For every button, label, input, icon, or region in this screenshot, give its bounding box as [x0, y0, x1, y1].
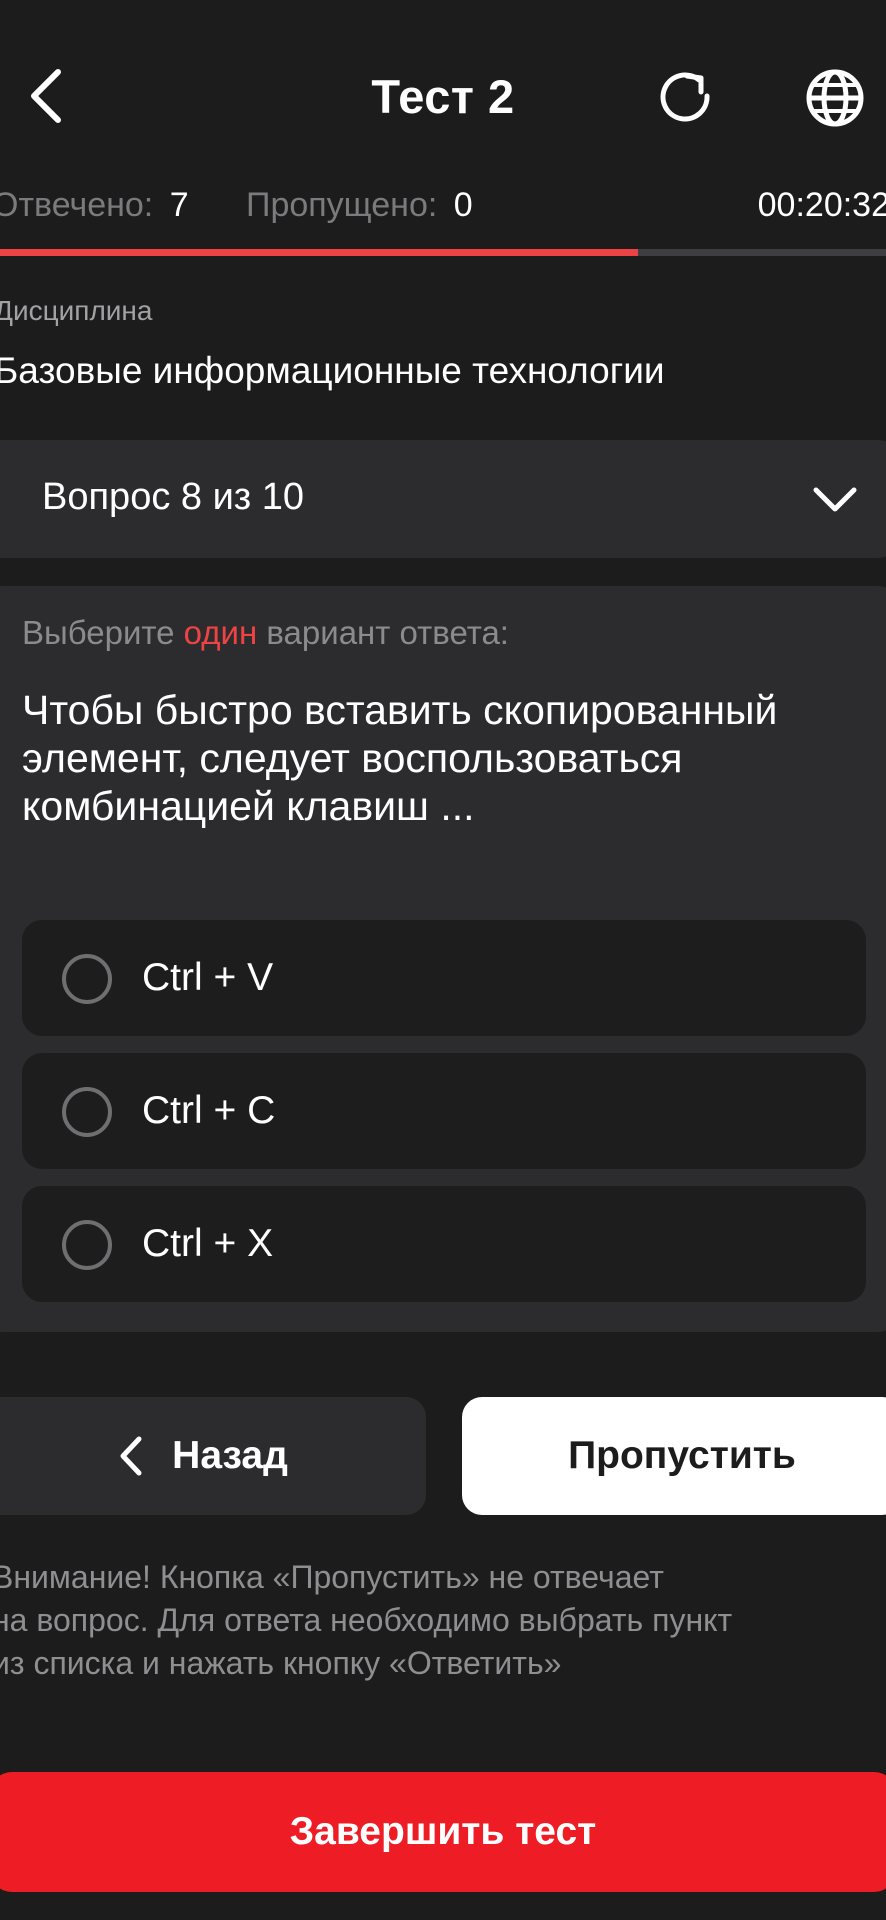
answered-value: 7	[169, 186, 189, 224]
answer-option[interactable]: Ctrl + C	[22, 1053, 866, 1169]
finish-test-button[interactable]: Завершить тест	[0, 1772, 886, 1892]
answer-option[interactable]: Ctrl + X	[22, 1186, 866, 1302]
progress-fill	[0, 249, 638, 256]
answer-hint: Выберите один вариант ответа:	[22, 614, 509, 652]
chevron-left-icon	[120, 1436, 142, 1476]
discipline-label: Дисциплина	[0, 295, 153, 326]
previous-button-label: Назад	[172, 1434, 288, 1477]
progress-bar	[0, 249, 886, 256]
question-selector-label: Вопрос 8 из 10	[42, 476, 305, 518]
timer: 00:20:32	[757, 186, 886, 224]
skip-button[interactable]: Пропустить	[462, 1397, 886, 1515]
answered-label: Отвечено:	[0, 186, 154, 224]
question-text: Чтобы быстро вставить скопированный элем…	[22, 687, 778, 829]
page-title: Тест 2	[371, 70, 515, 123]
discipline-value: Базовые информационные технологии	[0, 350, 665, 391]
skip-button-label: Пропустить	[568, 1434, 796, 1477]
skipped-stat: Пропущено: 0	[246, 186, 473, 225]
skip-warning: Внимание! Кнопка «Пропустить» не отвечае…	[0, 1556, 872, 1685]
warning-line: из списка и нажать кнопку «Ответить»	[0, 1645, 562, 1681]
radio-icon[interactable]	[62, 1087, 112, 1137]
finish-test-label: Завершить тест	[289, 1810, 597, 1853]
language-button[interactable]	[796, 58, 874, 138]
chevron-down-icon	[813, 487, 857, 512]
refresh-icon	[660, 72, 710, 122]
hint-text-after: вариант ответа:	[257, 614, 509, 651]
radio-icon[interactable]	[62, 954, 112, 1004]
skipped-value: 0	[453, 186, 473, 224]
hint-text-before: Выберите	[22, 614, 184, 651]
answer-option-label: Ctrl + V	[142, 956, 274, 999]
answer-option-label: Ctrl + X	[142, 1222, 274, 1265]
answer-option[interactable]: Ctrl + V	[22, 920, 866, 1036]
radio-icon[interactable]	[62, 1220, 112, 1270]
globe-icon	[806, 69, 864, 127]
skipped-label: Пропущено:	[246, 186, 438, 224]
hint-accent: один	[183, 614, 258, 651]
refresh-button[interactable]	[648, 58, 722, 138]
warning-line: Внимание! Кнопка «Пропустить» не отвечае…	[0, 1559, 664, 1595]
answered-stat: Отвечено: 7	[0, 186, 189, 225]
previous-button[interactable]: Назад	[0, 1397, 426, 1515]
answer-option-label: Ctrl + C	[142, 1089, 276, 1132]
warning-line: на вопрос. Для ответа необходимо выбрать…	[0, 1602, 733, 1638]
